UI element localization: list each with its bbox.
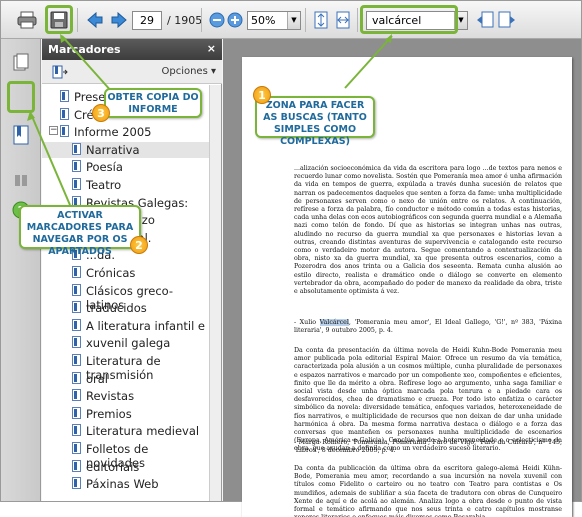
arrow-line [344, 35, 393, 89]
callout-search: ZONA PARA FACER AS BUSCAS (TANTO SIMPLES… [255, 96, 375, 147]
callout-badge: 1 [253, 86, 271, 104]
callout-bookmarks: ACTIVAR MARCADORES PARA NAVEGAR POR OS A… [19, 205, 141, 257]
arrow-line [61, 35, 113, 93]
callout-text: OBTER COPIA DO INFORME [107, 92, 199, 115]
arrow-line [30, 113, 71, 206]
callout-copy: OBTER COPIA DO INFORME [104, 88, 202, 118]
callout-badge: 3 [92, 104, 110, 122]
callout-badge: 2 [130, 236, 148, 254]
